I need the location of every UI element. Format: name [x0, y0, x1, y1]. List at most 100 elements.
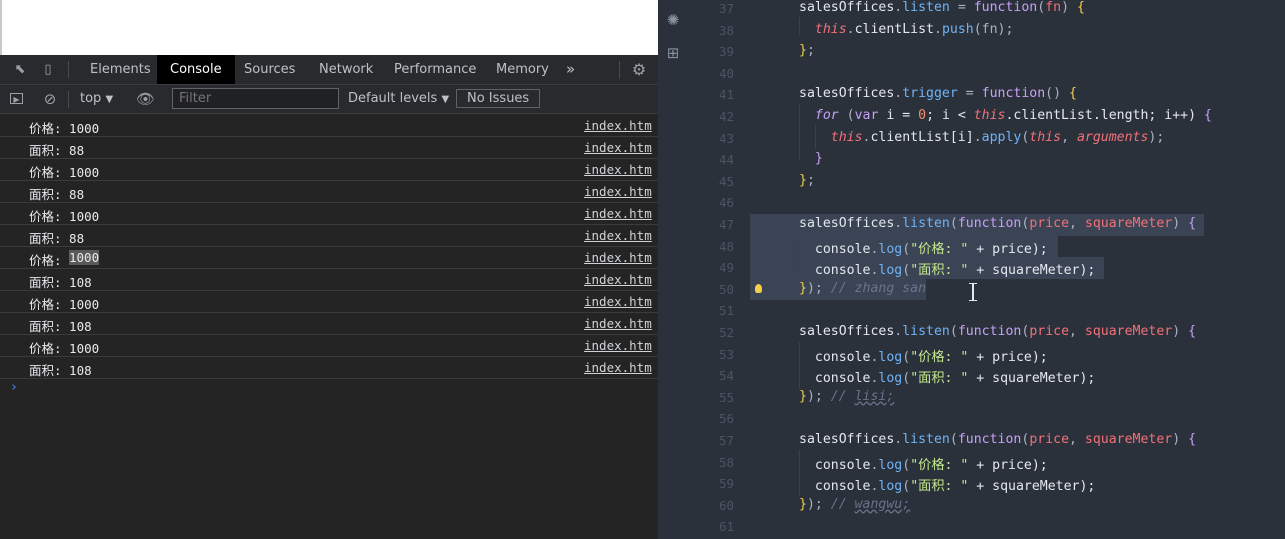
code-token: // [830, 496, 855, 512]
console-log-row: 价格: 1000 index.htm [0, 115, 658, 137]
log-source-link[interactable]: index.htm [584, 338, 652, 353]
code-token: () [1045, 86, 1069, 102]
indent-guide [799, 234, 800, 279]
code-token: "面积: " [910, 371, 969, 387]
code-token: + price); [968, 349, 1048, 365]
inspect-element-icon[interactable]: ⬉ [12, 62, 28, 78]
log-source-link[interactable]: index.htm [584, 294, 652, 309]
code-text: } [815, 151, 823, 166]
code-line: 47 salesOffices.listen(function(price, sq… [658, 214, 1285, 236]
code-token: function [957, 324, 1022, 339]
settings-gear-icon[interactable]: ⚙ [630, 61, 648, 79]
log-source-link[interactable]: index.htm [584, 228, 652, 243]
line-number: 38 [718, 22, 734, 38]
code-line: 46 [658, 192, 1285, 214]
log-source-link[interactable]: index.htm [584, 140, 652, 155]
code-token: + price); [968, 241, 1048, 257]
tab-console[interactable]: Console [157, 55, 235, 84]
line-number: 59 [718, 476, 734, 492]
code-text: console.log("面积: " + squareMeter); [815, 367, 1096, 386]
text-cursor-icon [969, 283, 977, 301]
log-source-link[interactable]: index.htm [584, 184, 652, 199]
log-source-link[interactable]: index.htm [584, 272, 652, 287]
console-toolbar: ▶ ⊘ top ▼ 👁 Default levels ▼ No Issues [0, 85, 658, 114]
filter-input[interactable] [172, 88, 339, 109]
tab-elements[interactable]: Elements [90, 55, 151, 84]
code-token: + squareMeter); [968, 263, 1096, 279]
log-source-link[interactable]: index.htm [584, 206, 652, 221]
code-token: ) [1061, 0, 1077, 15]
code-token: salesOffices [799, 432, 895, 447]
code-token: } [799, 280, 807, 296]
log-levels-select[interactable]: Default levels ▼ [348, 91, 449, 107]
log-message: 面积: 108 [29, 319, 92, 334]
code-token: this [830, 129, 863, 145]
code-token: function [973, 0, 1038, 15]
code-token: , [1061, 129, 1077, 145]
code-token: wangwu; [854, 496, 911, 512]
line-number: 53 [718, 346, 734, 362]
code-token: = [957, 86, 982, 102]
code-token: } [799, 172, 807, 188]
code-token: = [949, 0, 974, 15]
code-token: for [814, 108, 839, 123]
tab-network[interactable]: Network [319, 55, 373, 84]
code-token: , [1069, 432, 1085, 447]
console-log-row: 面积: 88 index.htm [0, 225, 658, 247]
code-text: salesOffices.trigger = function() { [799, 86, 1077, 101]
context-select[interactable]: top ▼ [80, 91, 113, 107]
code-line: 48 console.log("价格: " + price); [658, 235, 1285, 258]
console-prompt-icon[interactable]: › [10, 380, 18, 395]
tab-sources[interactable]: Sources [244, 55, 295, 84]
browser-page-viewport[interactable] [0, 0, 658, 55]
line-number: 47 [718, 217, 734, 232]
code-token: price [1029, 324, 1070, 339]
code-token: ( [949, 216, 958, 231]
code-text: this.clientList.push(fn); [815, 22, 1014, 37]
code-token: ); [806, 280, 831, 296]
clear-console-icon[interactable]: ⊘ [42, 91, 58, 107]
console-log-row: 价格: 1000 index.htm [0, 247, 658, 269]
code-token: { [1188, 432, 1197, 447]
live-expression-eye-icon[interactable]: 👁 [136, 91, 155, 107]
log-source-link[interactable]: index.htm [584, 250, 652, 265]
code-token: ) [1172, 432, 1189, 447]
toolbar-divider [68, 91, 69, 108]
line-number: 49 [718, 260, 734, 276]
more-tabs-chevron-icon[interactable]: » [566, 55, 575, 84]
code-token: listen [902, 324, 950, 339]
code-token: apply [981, 129, 1022, 145]
issues-button[interactable]: No Issues [456, 89, 541, 108]
code-token: "价格: " [910, 349, 969, 365]
line-number: 46 [718, 195, 734, 211]
lightbulb-icon[interactable] [755, 283, 762, 293]
tab-performance[interactable]: Performance [394, 55, 476, 84]
log-source-link[interactable]: index.htm [584, 316, 652, 331]
code-token: listen [902, 216, 950, 231]
log-source-link[interactable]: index.htm [584, 162, 652, 177]
code-token: log [878, 479, 903, 495]
code-token: { [1188, 216, 1197, 231]
code-token: this [1029, 129, 1062, 145]
code-token: ; [806, 172, 815, 188]
log-message: 价格: 1000 [29, 121, 100, 136]
code-token: ; i < [926, 108, 974, 123]
line-number: 42 [718, 109, 734, 124]
code-line: 42 for (var i = 0; i < this.clientList.le… [658, 106, 1285, 128]
line-number: 48 [718, 238, 734, 254]
code-token: ( [902, 457, 911, 473]
code-token: log [878, 457, 903, 473]
code-token: ( [902, 371, 911, 387]
code-text: salesOffices.listen = function(fn) { [799, 0, 1085, 15]
log-source-link[interactable]: index.htm [584, 118, 652, 133]
code-text: console.log("价格: " + price); [815, 454, 1048, 473]
device-toolbar-icon[interactable]: ▯ [40, 62, 56, 78]
code-token: "价格: " [910, 241, 969, 257]
log-source-link[interactable]: index.htm [584, 360, 652, 375]
code-token: ( [949, 324, 958, 339]
tab-memory[interactable]: Memory [496, 55, 549, 84]
code-token: ( [902, 241, 911, 257]
code-token: function [957, 216, 1022, 231]
show-sidebar-icon[interactable]: ▶ [10, 93, 23, 104]
code-token: this [973, 108, 1006, 123]
